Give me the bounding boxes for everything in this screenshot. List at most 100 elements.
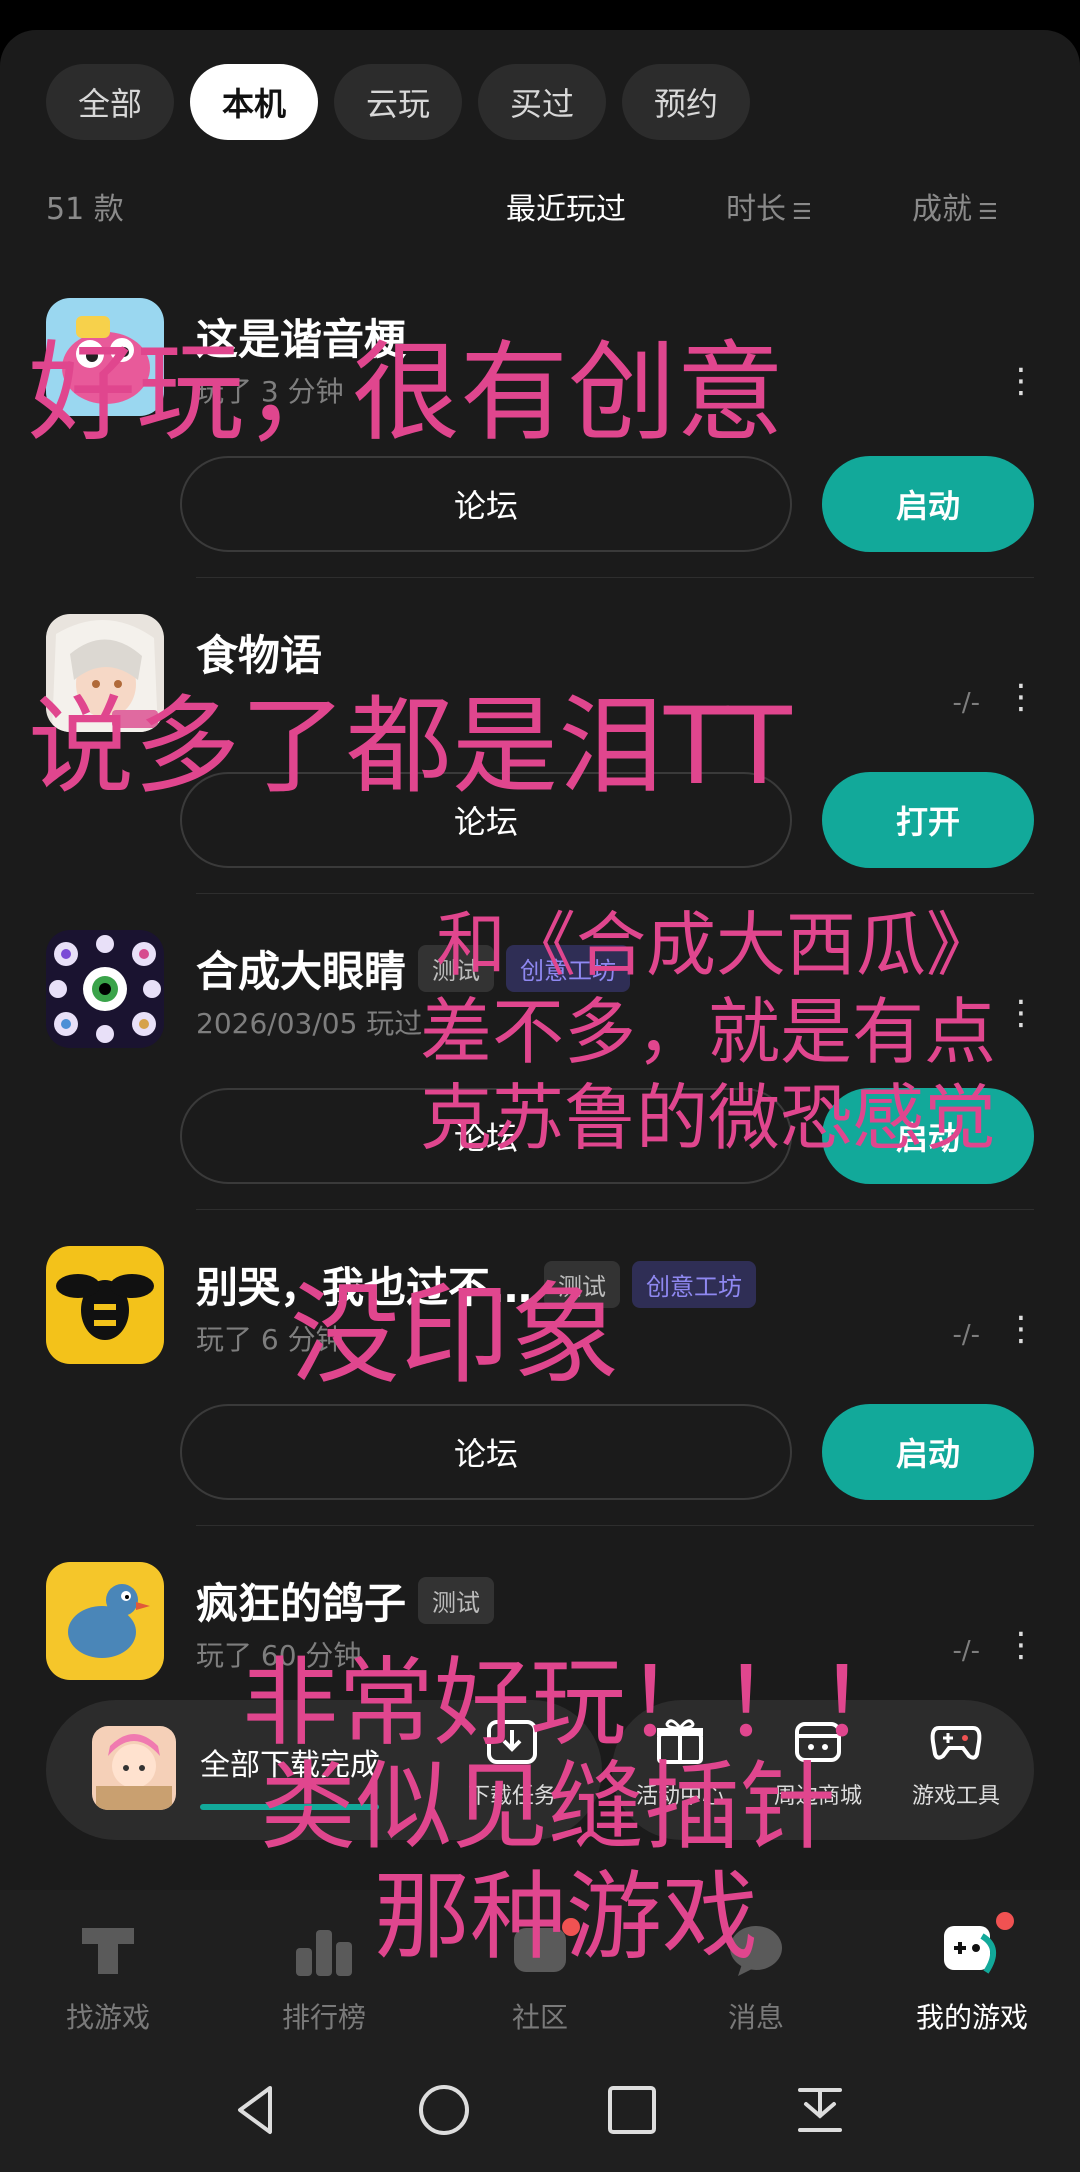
divider [196, 1209, 1034, 1210]
forum-button[interactable]: 论坛 [180, 772, 792, 868]
game-name: 这是谐音梗 [196, 315, 407, 364]
game-icon-food-fantasy [46, 614, 164, 732]
system-nav-bar [0, 2050, 1080, 2172]
sort-toolbar: 51 款 最近玩过 时长 ☰ 成就 ☰ [46, 178, 1026, 228]
merch-store-button[interactable]: 周边商城 [748, 1714, 888, 1810]
test-tag: 测试 [418, 1577, 495, 1624]
tab-all[interactable]: 全部 [46, 64, 174, 140]
game-title-row: 食物语 [196, 622, 322, 683]
bottom-nav: 找游戏 排行榜 社区 消息 我的游戏 [0, 1890, 1080, 2050]
activity-center-button[interactable]: 活动中心 [610, 1714, 750, 1810]
messages-icon [724, 1918, 788, 1982]
nav-my-games[interactable]: 我的游戏 [864, 1912, 1080, 2036]
community-icon [508, 1918, 580, 1982]
game-icon-pigeon [46, 1562, 164, 1680]
creative-workshop-tag: 创意工坊 [632, 1261, 757, 1308]
game-title-row: 疯狂的鸽子 测试 [196, 1570, 495, 1631]
launch-button[interactable]: 启动 [822, 1088, 1034, 1184]
divider [196, 577, 1034, 578]
find-games-icon [76, 1918, 140, 1982]
game-item[interactable]: 这是谐音梗 玩了 3 分钟 ⋮ 论坛 启动 [0, 298, 1080, 614]
download-tasks-label: 下载任务 [467, 1784, 556, 1809]
divider [196, 1525, 1034, 1526]
achievement-score: -/- [952, 1636, 980, 1666]
game-name: 疯狂的鸽子 [196, 1579, 407, 1628]
tab-reserved[interactable]: 预约 [622, 64, 750, 140]
game-name: 别哭，我也过不… [196, 1263, 533, 1312]
sort-duration[interactable]: 时长 ☰ [726, 184, 812, 228]
more-options-icon[interactable]: ⋮ [1004, 1628, 1038, 1662]
nav-label: 找游戏 [65, 2001, 150, 2034]
game-name: 合成大眼睛 [196, 947, 407, 996]
nav-label: 我的游戏 [915, 2001, 1028, 2034]
my-games-screen: 全部 本机 云玩 买过 预约 51 款 最近玩过 时长 ☰ 成就 ☰ 这是谐音梗 玩… [0, 30, 1080, 1890]
notification-dot [996, 1912, 1014, 1930]
quick-actions-pill: 活动中心 周边商城 游戏工具 [612, 1700, 1034, 1840]
more-options-icon[interactable]: ⋮ [1004, 1312, 1038, 1346]
nav-label: 社区 [511, 2001, 568, 2034]
download-status-text: 全部下载完成 [200, 1748, 380, 1783]
test-tag: 测试 [418, 945, 495, 992]
sort-recent[interactable]: 最近玩过 [506, 184, 626, 228]
game-title-row: 别哭，我也过不… 测试 创意工坊 [196, 1254, 757, 1315]
merch-store-label: 周边商城 [773, 1784, 862, 1809]
game-icon-eyeballs [46, 930, 164, 1048]
launch-button[interactable]: 启动 [822, 1404, 1034, 1500]
more-options-icon[interactable]: ⋮ [1004, 680, 1038, 714]
notification-shade-icon[interactable] [790, 2080, 850, 2140]
rankings-icon [292, 1918, 356, 1982]
sort-icon: ☰ [978, 200, 998, 225]
game-item[interactable]: 合成大眼睛 测试 创意工坊 2026/03/05 玩过 ⋮ 论坛 启动 [0, 930, 1080, 1246]
sort-icon: ☰ [792, 200, 812, 225]
game-title-row: 合成大眼睛 测试 创意工坊 [196, 938, 631, 999]
achievement-score: -/- [952, 688, 980, 718]
game-name: 食物语 [196, 631, 323, 680]
game-icon-bee [46, 1246, 164, 1364]
nav-messages[interactable]: 消息 [648, 1918, 864, 2036]
forum-button[interactable]: 论坛 [180, 1088, 792, 1184]
gamepad-icon [929, 1714, 983, 1768]
sort-duration-label: 时长 [726, 192, 786, 227]
my-games-icon [940, 1912, 1014, 1982]
creative-workshop-tag: 创意工坊 [506, 945, 631, 992]
download-bar: 全部下载完成 下载任务 活动中心 周边商城 游戏工具 [46, 1700, 1034, 1840]
nav-community[interactable]: 社区 [432, 1918, 648, 2036]
tab-local[interactable]: 本机 [190, 64, 318, 140]
divider [196, 893, 1034, 894]
more-options-icon[interactable]: ⋮ [1004, 996, 1038, 1030]
game-tools-button[interactable]: 游戏工具 [886, 1714, 1026, 1810]
nav-label: 消息 [727, 2001, 784, 2034]
tab-purchased[interactable]: 买过 [478, 64, 606, 140]
nav-find-games[interactable]: 找游戏 [0, 1918, 216, 2036]
tab-cloud[interactable]: 云玩 [334, 64, 462, 140]
forum-button[interactable]: 论坛 [180, 1404, 792, 1500]
play-time: 玩了 6 分钟 [196, 1323, 344, 1356]
store-icon [791, 1714, 845, 1768]
game-item[interactable]: 食物语 -/- ⋮ 论坛 打开 [0, 614, 1080, 930]
play-time: 玩了 3 分钟 [196, 375, 344, 408]
download-tasks-icon [485, 1714, 539, 1768]
sort-achievement[interactable]: 成就 ☰ [912, 184, 998, 228]
nav-rankings[interactable]: 排行榜 [216, 1918, 432, 2036]
game-tools-label: 游戏工具 [911, 1784, 1000, 1809]
status-bar [0, 0, 1080, 30]
game-count: 51 款 [46, 192, 124, 227]
notification-dot [562, 1918, 580, 1936]
launch-button[interactable]: 启动 [822, 456, 1034, 552]
more-options-icon[interactable]: ⋮ [1004, 364, 1038, 398]
last-played: 2026/03/05 玩过 [196, 1007, 423, 1040]
test-tag: 测试 [544, 1261, 621, 1308]
home-icon[interactable] [414, 2080, 474, 2140]
forum-button[interactable]: 论坛 [180, 456, 792, 552]
achievement-score: -/- [952, 1320, 980, 1350]
open-button[interactable]: 打开 [822, 772, 1034, 868]
download-tasks-button[interactable]: 下载任务 [442, 1714, 582, 1810]
nav-label: 排行榜 [281, 2001, 366, 2034]
back-icon[interactable] [226, 2080, 286, 2140]
download-progress-bar [200, 1804, 379, 1810]
gift-icon [653, 1714, 707, 1768]
game-item[interactable]: 别哭，我也过不… 测试 创意工坊 玩了 6 分钟 -/- ⋮ 论坛 启动 [0, 1246, 1080, 1562]
activity-center-label: 活动中心 [635, 1784, 724, 1809]
filter-tabs: 全部 本机 云玩 买过 预约 [46, 64, 750, 140]
recents-icon[interactable] [602, 2080, 662, 2140]
